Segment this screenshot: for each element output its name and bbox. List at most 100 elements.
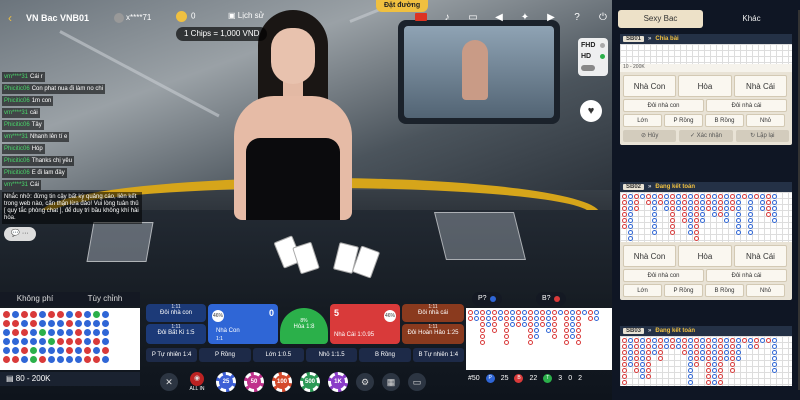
- side-bet[interactable]: P Rồng: [199, 348, 251, 362]
- road-mark: [664, 344, 669, 349]
- perfect-pair-bet[interactable]: 1:11 Đôi Hoàn Hảo 1:25: [402, 324, 464, 344]
- side-bet[interactable]: Nhỏ 1:1.5: [305, 348, 358, 362]
- road-mark: [736, 194, 741, 199]
- player-dragon-bet[interactable]: P Rồng: [664, 284, 703, 297]
- chip-500[interactable]: 500: [300, 372, 320, 392]
- repeat-button[interactable]: ↻ Lặp lại: [735, 130, 789, 142]
- double-icon[interactable]: ▦: [382, 373, 400, 391]
- all-in-button[interactable]: ◉ ALL IN: [186, 372, 208, 392]
- road-mark: [658, 350, 663, 355]
- music-icon[interactable]: ♪: [440, 10, 454, 24]
- road-mark: [688, 200, 693, 205]
- fhd-option[interactable]: FHD: [581, 40, 605, 51]
- tie-bet[interactable]: Hòa: [678, 75, 732, 97]
- small-bet[interactable]: Nhỏ: [746, 284, 785, 297]
- player-pair-bet[interactable]: Đôi nhà con: [623, 99, 704, 112]
- table-card-sb01[interactable]: SB01» Chia bài 10 - 200K Nhà Con Hòa Nhà …: [620, 34, 792, 145]
- road-mark: [754, 344, 759, 349]
- power-icon[interactable]: ⏻: [596, 10, 610, 24]
- chip-100[interactable]: 100: [272, 372, 292, 392]
- table-card-sb03[interactable]: SB03» Đang kết toán: [620, 326, 792, 386]
- table-id: SB02: [623, 184, 645, 190]
- road-mark: [552, 316, 557, 321]
- road-mark: [582, 310, 587, 315]
- chat-text: Hóp: [31, 146, 43, 152]
- road-mark: [528, 328, 533, 333]
- tie-bet[interactable]: 8% Hòa 1:8: [280, 308, 328, 344]
- back-icon[interactable]: ‹: [8, 11, 12, 25]
- banker-dragon-bet[interactable]: B Rồng: [705, 114, 744, 127]
- chat-message: Phicitic06 Hóp: [2, 144, 45, 154]
- side-bet[interactable]: Lớn 1:0.5: [252, 348, 304, 362]
- repeat-icon[interactable]: ▭: [408, 373, 426, 391]
- player-dragon-bet[interactable]: P Rồng: [664, 114, 703, 127]
- flag-icon[interactable]: [414, 10, 428, 24]
- bet-limit[interactable]: ▤ 80 - 200K: [0, 372, 140, 386]
- banker-pair-count: 2: [578, 375, 582, 382]
- settings-icon[interactable]: ⚙: [356, 373, 374, 391]
- help-icon[interactable]: ?: [570, 10, 584, 24]
- chip-1k[interactable]: 1K: [328, 372, 348, 392]
- road-mark: [510, 310, 515, 315]
- chip-bar: ✕ ◉ ALL IN 25 50 100 500 1K ⚙ ▦ ▭: [160, 368, 450, 396]
- side-bet[interactable]: P Tự nhiên 1:4: [146, 348, 198, 362]
- predict-player[interactable]: P?: [472, 292, 502, 306]
- road-mark: [546, 310, 551, 315]
- road-bead: [102, 320, 109, 327]
- history-button[interactable]: ▣ Lịch sử: [228, 11, 264, 20]
- chip-50[interactable]: 50: [244, 372, 264, 392]
- player-pair-bet[interactable]: Đôi nhà con: [623, 269, 704, 282]
- favorite-icon[interactable]: ♥: [580, 100, 602, 122]
- tab-sexy-bac[interactable]: Sexy Bac: [618, 10, 703, 28]
- road-bead: [66, 338, 73, 345]
- banker-pair-bet[interactable]: 1:11 Đôi nhà cái: [402, 304, 464, 322]
- road-mark: [640, 374, 645, 379]
- road-mark: [724, 218, 729, 223]
- expand-icon[interactable]: »: [648, 328, 651, 334]
- player-pair-bet[interactable]: 1:11 Đôi nhà con: [146, 304, 206, 322]
- cancel-button[interactable]: ⊘ Hủy: [623, 130, 677, 142]
- road-bead: [39, 338, 46, 345]
- road-bead: [39, 347, 46, 354]
- player-bet[interactable]: Nhà Con: [623, 75, 676, 97]
- banker-bet[interactable]: 5 46% Nhà Cái 1:0.95: [330, 304, 400, 344]
- predict-banker[interactable]: B?: [536, 292, 566, 306]
- banker-dragon-bet[interactable]: B Rồng: [705, 284, 744, 297]
- road-mark: [730, 344, 735, 349]
- road-bead: [39, 356, 46, 363]
- road-bead: [75, 320, 82, 327]
- video-toggle[interactable]: [581, 64, 595, 71]
- road-mark: [772, 200, 777, 205]
- banker-bet[interactable]: Nhà Cái: [734, 75, 787, 97]
- banker-pair-bet[interactable]: Đôi nhà cái: [706, 269, 787, 282]
- camera-icon[interactable]: ▭: [466, 10, 480, 24]
- tab-no-fee[interactable]: Không phí: [0, 292, 70, 306]
- hd-option[interactable]: HD: [581, 51, 605, 62]
- banker-bet[interactable]: Nhà Cái: [734, 245, 787, 267]
- side-bet[interactable]: B Rồng: [359, 348, 411, 362]
- big-bet[interactable]: Lớn: [623, 284, 662, 297]
- big-bet[interactable]: Lớn: [623, 114, 662, 127]
- volume-icon[interactable]: ◀: [492, 10, 506, 24]
- road-mark: [694, 230, 699, 235]
- chat-button[interactable]: 💬 ···: [4, 227, 36, 241]
- game-icon[interactable]: ✦: [518, 10, 532, 24]
- video-icon[interactable]: ▶: [544, 10, 558, 24]
- player-bet[interactable]: Nhà Con: [623, 245, 676, 267]
- player-bet[interactable]: 46% 0 Nhà Con 1:1: [208, 304, 278, 344]
- chip-25[interactable]: 25: [216, 372, 236, 392]
- expand-icon[interactable]: »: [648, 36, 651, 42]
- player-bonus-bet[interactable]: 1:11 Đôi Bất Kì 1:5: [146, 324, 206, 344]
- road-mark: [700, 212, 705, 217]
- small-bet[interactable]: Nhỏ: [746, 114, 785, 127]
- expand-icon[interactable]: »: [648, 184, 651, 190]
- tie-bet[interactable]: Hòa: [678, 245, 732, 267]
- banker-pair-bet[interactable]: Đôi nhà cái: [706, 99, 787, 112]
- side-bet[interactable]: B Tự nhiên 1:4: [412, 348, 464, 362]
- confirm-button[interactable]: ✓ Xác nhận: [679, 130, 733, 142]
- road-bead: [30, 347, 37, 354]
- tab-other[interactable]: Khác: [709, 10, 794, 28]
- table-card-sb02[interactable]: SB02» Đang kết toán Nhà Con Hòa Nhà Cái Đ…: [620, 182, 792, 300]
- cancel-icon[interactable]: ✕: [160, 373, 178, 391]
- tab-custom[interactable]: Tùy chỉnh: [70, 292, 140, 306]
